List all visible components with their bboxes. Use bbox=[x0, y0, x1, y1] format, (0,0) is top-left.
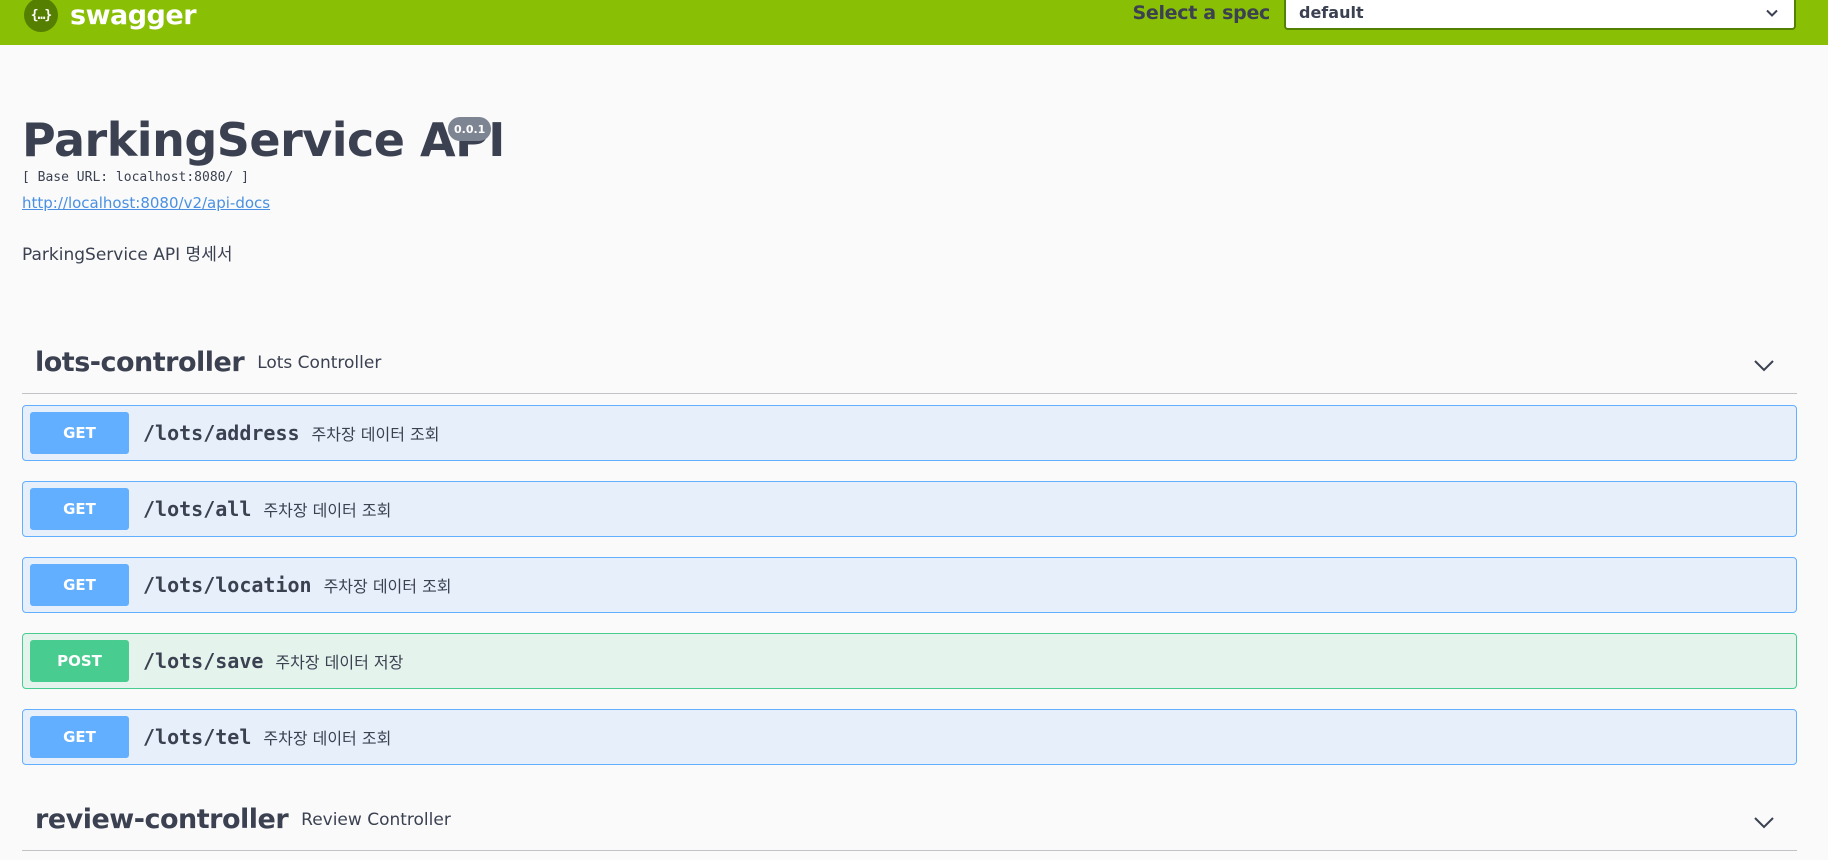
method-badge: GET bbox=[30, 412, 129, 454]
page-title: ParkingService API bbox=[22, 113, 505, 167]
tag-description: Review Controller bbox=[301, 809, 451, 830]
operation-get-lots-tel[interactable]: GET /lots/tel 주차장 데이터 조회 bbox=[22, 709, 1797, 765]
tag-description: Lots Controller bbox=[257, 352, 382, 373]
method-badge: GET bbox=[30, 564, 129, 606]
tag-review-controller[interactable]: review-controller Review Controller bbox=[22, 789, 1797, 851]
method-badge: GET bbox=[30, 488, 129, 530]
operation-path: /lots/address bbox=[143, 421, 300, 445]
operation-get-lots-address[interactable]: GET /lots/address 주차장 데이터 조회 bbox=[22, 405, 1797, 461]
operation-summary: 주차장 데이터 조회 bbox=[263, 501, 392, 520]
operation-get-lots-location[interactable]: GET /lots/location 주차장 데이터 조회 bbox=[22, 557, 1797, 613]
tag-name: lots-controller bbox=[35, 347, 245, 378]
tag-name: review-controller bbox=[35, 804, 289, 835]
version-badge: 0.0.1 bbox=[448, 117, 492, 141]
operation-summary: 주차장 데이터 조회 bbox=[323, 577, 452, 596]
api-docs-link[interactable]: http://localhost:8080/v2/api-docs bbox=[22, 194, 270, 212]
method-badge: POST bbox=[30, 640, 129, 682]
operation-get-lots-all[interactable]: GET /lots/all 주차장 데이터 조회 bbox=[22, 481, 1797, 537]
operation-path: /lots/save bbox=[143, 649, 264, 673]
swagger-logo-text: swagger bbox=[70, 0, 197, 31]
chevron-down-icon bbox=[1766, 9, 1778, 17]
chevron-down-icon[interactable] bbox=[1753, 354, 1775, 376]
operation-path: /lots/all bbox=[143, 497, 252, 521]
spec-select[interactable]: default bbox=[1284, 0, 1796, 30]
operation-path: /lots/location bbox=[143, 573, 312, 597]
operation-summary: 주차장 데이터 조회 bbox=[263, 729, 392, 748]
select-spec-label: Select a spec bbox=[1132, 2, 1270, 24]
chevron-down-icon[interactable] bbox=[1753, 811, 1775, 833]
operation-summary: 주차장 데이터 저장 bbox=[275, 653, 404, 672]
operation-path: /lots/tel bbox=[143, 725, 252, 749]
api-description: ParkingService API 명세서 bbox=[22, 245, 233, 265]
operation-summary: 주차장 데이터 조회 bbox=[311, 425, 440, 444]
spec-select-value: default bbox=[1299, 2, 1364, 22]
tag-lots-controller[interactable]: lots-controller Lots Controller bbox=[22, 332, 1797, 394]
base-url: [ Base URL: localhost:8080/ ] bbox=[22, 170, 249, 185]
method-badge: GET bbox=[30, 716, 129, 758]
topbar: {…} swagger Select a spec default bbox=[0, 0, 1828, 45]
swagger-logo-icon: {…} bbox=[24, 0, 58, 32]
operation-post-lots-save[interactable]: POST /lots/save 주차장 데이터 저장 bbox=[22, 633, 1797, 689]
swagger-logo[interactable]: {…} swagger bbox=[24, 0, 197, 34]
